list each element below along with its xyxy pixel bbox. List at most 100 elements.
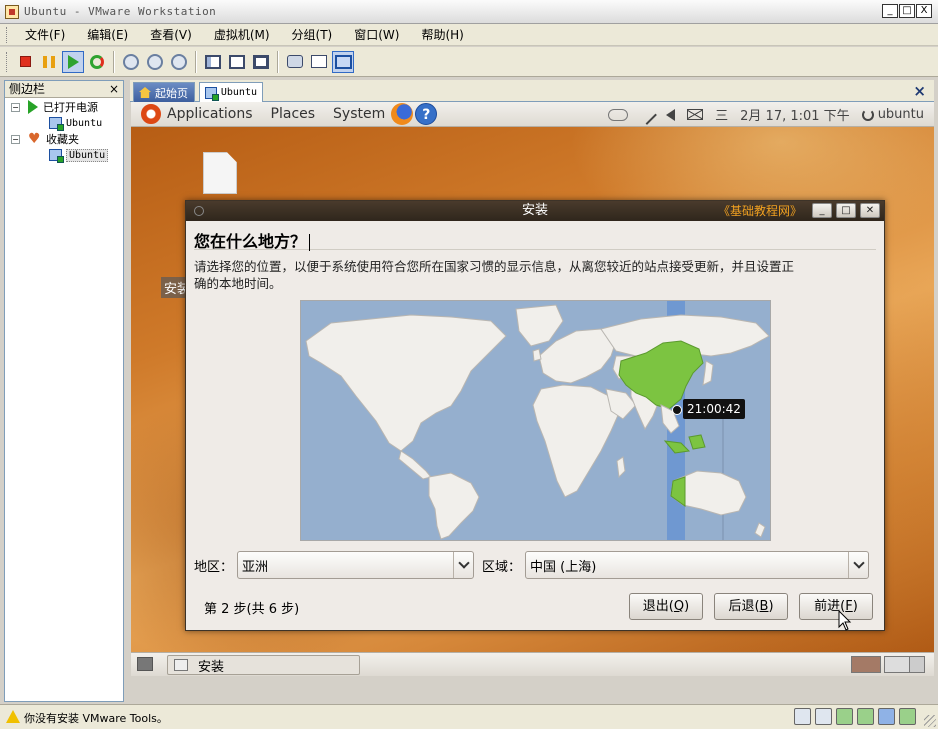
menu-team[interactable]: 分组(T) [284,26,341,43]
close-tab-button[interactable]: × [913,82,926,100]
firefox-icon[interactable] [391,103,414,125]
forward-button[interactable]: 前进(F) [799,593,873,620]
menu-file[interactable]: 文件(F) [17,26,73,43]
status-bar: 你没有安装 VMware Tools。 [0,704,938,729]
trash-icon[interactable] [909,656,925,673]
volume-icon[interactable] [666,108,676,121]
region-dropdown-toggle[interactable] [453,552,473,578]
hard-disk-icon[interactable] [794,708,811,725]
tree-group-label: 收藏夹 [46,133,79,146]
maximize-button[interactable]: □ [899,4,915,18]
revert-snapshot-button[interactable] [144,51,166,73]
menu-edit[interactable]: 编辑(E) [79,26,136,43]
collapse-toggle[interactable]: − [11,102,20,112]
message-log-icon[interactable] [899,708,916,725]
task-label: 安装 [198,659,225,675]
dialog-maximize-button[interactable]: □ [836,203,856,218]
powered-on-icon [28,100,38,114]
tree-item-ubuntu[interactable]: Ubuntu [49,115,102,131]
taskbar-install-button[interactable]: 安装 [167,655,360,675]
summary-view-button[interactable] [332,50,354,73]
network-icon[interactable] [608,108,629,121]
dialog-controls: _ □ ✕ [812,203,880,218]
usb-icon[interactable] [857,708,874,725]
network-adapter-icon[interactable] [836,708,853,725]
reset-button[interactable] [86,51,108,73]
console-view-button[interactable] [308,51,330,73]
warning-icon [6,710,20,723]
dialog-minimize-button[interactable]: _ [812,203,832,218]
help-icon[interactable]: ? [415,103,438,125]
region-select[interactable]: 亚洲 [237,551,475,579]
revert-snapshot-icon [147,53,163,70]
quit-label: 退出( [642,599,674,614]
back-tail: ) [768,599,774,614]
clock[interactable]: 2月 17, 1:01 下午 [740,105,850,124]
menu-window[interactable]: 窗口(W) [346,26,407,43]
tree-group-powered-on[interactable]: − 已打开电源 [11,99,98,115]
ubuntu-logo-icon [141,104,161,124]
tab-ubuntu[interactable]: Ubuntu [199,82,263,102]
mail-icon[interactable] [687,109,704,120]
fullscreen-button[interactable] [250,51,272,73]
toolbar [0,47,938,77]
zone-select[interactable]: 中国 (上海) [525,551,870,579]
workspace-1[interactable] [851,656,881,673]
dialog-titlebar: 安装 《基础教程网》 _ □ ✕ [186,201,884,221]
dialog-close-button[interactable]: ✕ [860,203,880,218]
dialog-title: 安装 [521,203,548,218]
back-label: 后退( [728,599,760,614]
dialog-description: 请选择您的位置，以便于系统使用符合您所在国家习惯的显示信息，从离您较近的站点接受… [194,259,795,291]
sidebar-view-button[interactable] [202,51,224,73]
user-switcher[interactable]: ubuntu [861,107,924,122]
power-plug-icon[interactable] [637,104,658,125]
world-map[interactable]: 21:00:42 [300,300,771,541]
location-selectors: 地区： 亚洲 区域： 中国 (上海) [194,551,870,579]
desktop-file-icon[interactable] [203,152,237,194]
tree-item-label: Ubuntu [66,117,103,129]
suspend-button[interactable] [38,51,60,73]
console-icon [311,55,327,68]
window-menu-icon[interactable] [194,206,204,216]
power-icon [861,108,874,121]
take-snapshot-button[interactable] [120,51,142,73]
quit-button[interactable]: 退出(Q) [629,593,703,620]
resize-grip[interactable] [924,715,936,727]
zone-label: 区域： [482,559,522,575]
sidebar-close-button[interactable]: × [109,81,119,97]
applications-menu[interactable]: Applications [167,106,253,122]
power-off-button[interactable] [14,51,36,73]
quick-switch-button[interactable] [226,51,248,73]
snapshot-manager-button[interactable] [168,51,190,73]
toolbar-separator [277,50,279,73]
guest-screen[interactable]: Applications Places System ? 三 2月 17, 1:… [131,102,934,676]
close-button[interactable]: X [916,4,932,18]
minimize-button[interactable]: _ [882,4,898,18]
sound-icon[interactable] [878,708,895,725]
play-icon [67,54,79,69]
window-titlebar: Ubuntu - VMware Workstation _ □ X [0,0,938,24]
places-menu[interactable]: Places [271,106,316,122]
zone-value: 中国 (上海) [530,559,597,575]
location-pin-icon[interactable] [672,405,682,415]
back-button[interactable]: 后退(B) [714,593,788,620]
show-desktop-icon[interactable] [137,657,153,671]
tab-home[interactable]: 起始页 [133,82,195,102]
clock-weekday[interactable]: 三 [715,105,728,124]
tree-item-ubuntu-favorite[interactable]: Ubuntu [49,147,109,163]
power-on-button[interactable] [62,50,84,73]
cdrom-icon[interactable] [815,708,832,725]
collapse-toggle[interactable]: − [11,134,20,144]
menu-help[interactable]: 帮助(H) [413,26,471,43]
region-label: 地区： [194,559,234,575]
dialog-footer: 第 2 步(共 6 步) 退出(Q) 后退(B) 前进(F) [202,593,876,621]
installer-icon [174,659,188,671]
window-title: Ubuntu - VMware Workstation [24,5,217,18]
tree-group-favorites[interactable]: − ♥ 收藏夹 [11,131,79,147]
zone-dropdown-toggle[interactable] [848,552,868,578]
menu-view[interactable]: 查看(V) [142,26,200,43]
capture-button[interactable] [284,51,306,73]
system-menu[interactable]: System [333,106,385,122]
snapshot-manager-icon [171,53,187,70]
menu-vm[interactable]: 虚拟机(M) [206,26,278,43]
